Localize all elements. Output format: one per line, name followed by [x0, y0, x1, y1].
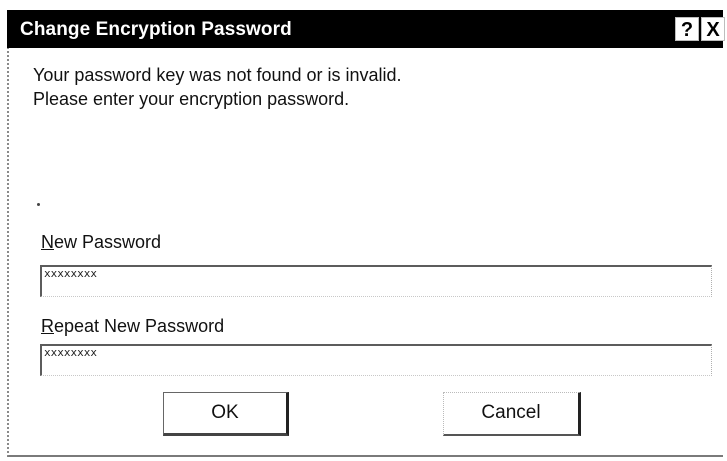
- message-text: Your password key was not found or is in…: [33, 63, 402, 111]
- decorative-dot: [37, 203, 40, 206]
- new-password-label-accelerator: N: [41, 232, 54, 252]
- title-bar[interactable]: Change Encryption Password ? X: [7, 10, 725, 48]
- ok-button[interactable]: OK: [163, 392, 289, 436]
- repeat-password-field[interactable]: xxxxxxxx: [40, 344, 712, 376]
- new-password-label: New Password: [41, 232, 161, 253]
- help-icon[interactable]: ?: [675, 17, 699, 41]
- repeat-password-label: Repeat New Password: [41, 316, 224, 337]
- cancel-button[interactable]: Cancel: [443, 392, 581, 436]
- repeat-password-label-rest: epeat New Password: [54, 316, 225, 336]
- close-icon[interactable]: X: [701, 17, 725, 41]
- new-password-field[interactable]: xxxxxxxx: [40, 265, 712, 297]
- repeat-password-label-accelerator: R: [41, 316, 54, 336]
- message-line-1: Your password key was not found or is in…: [33, 65, 402, 85]
- new-password-label-rest: ew Password: [54, 232, 162, 252]
- dialog-title: Change Encryption Password: [20, 19, 292, 40]
- message-line-2: Please enter your encryption password.: [33, 89, 350, 109]
